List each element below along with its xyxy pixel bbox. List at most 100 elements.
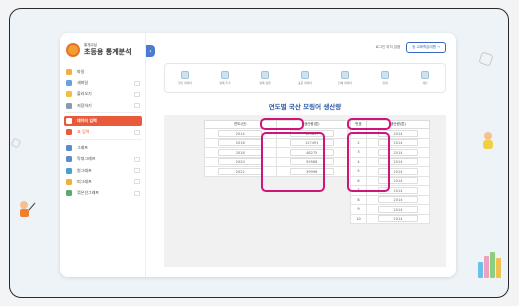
add-item-icon	[221, 71, 229, 79]
pie-chart-icon	[66, 167, 72, 174]
column-header-production: 생산량(톤)	[366, 120, 430, 129]
table-row: 2022 39996	[204, 166, 348, 177]
year-cell[interactable]: 2022	[218, 167, 263, 175]
top-bar: 로그인 하지 않음 등 교화학습대원 →	[160, 41, 446, 53]
row-number: 1	[350, 128, 367, 139]
print-icon	[341, 71, 349, 79]
sidebar-item-line-chart[interactable]: 꺾은선그래프	[64, 188, 142, 198]
bar-chart-icon	[66, 156, 72, 163]
graph-icon	[66, 144, 72, 151]
table-row: 1 2014	[350, 128, 430, 139]
data-panel: 연도(년) 생산량(톤) 2014 103897 2016 127491 201…	[164, 115, 446, 267]
table-row: 2016 127491	[204, 137, 348, 148]
sidebar-item-bar-chart[interactable]: 막대그래프	[64, 154, 142, 164]
value-cell[interactable]: 2014	[378, 148, 418, 156]
value-cell[interactable]: 2014	[378, 215, 418, 223]
bar-graph-decor-icon	[478, 252, 501, 278]
dashboard-button[interactable]: 등 교화학습대원 →	[406, 41, 446, 53]
tool-open-data[interactable]: 열기 데이터	[165, 64, 205, 92]
sidebar-item-new-file[interactable]: 새파일	[64, 78, 142, 88]
toolbar: 열기 데이터 항목 추가 항목 정렬 표준 데이터 인쇄 데이터 합계 계산	[164, 63, 446, 93]
logo-icon	[66, 43, 80, 57]
tool-add-item[interactable]: 항목 추가	[205, 64, 245, 92]
table-row: 2014 103897	[204, 128, 348, 139]
decor-square-icon	[10, 137, 22, 149]
row-number: 7	[350, 185, 367, 196]
tool-sort-item[interactable]: 항목 정렬	[245, 64, 285, 92]
production-cell[interactable]: 39996	[289, 167, 334, 175]
sidebar-collapse-button[interactable]: ‹	[146, 45, 155, 57]
sort-icon	[261, 71, 269, 79]
sidebar-menu: 파일 새파일 불러오기 저장하기 데이터 입력 표 입력 그래프 막대그래프 원…	[64, 67, 142, 200]
sidebar-item-data-input[interactable]: 데이터 입력	[64, 116, 142, 126]
save-icon	[66, 102, 72, 109]
value-cell[interactable]: 2014	[378, 186, 418, 194]
year-production-table: 연도(년) 생산량(톤) 2014 103897 2016 127491 201…	[204, 120, 348, 177]
column-header-year: 연도(년)	[204, 120, 277, 129]
divider	[64, 139, 142, 141]
column-header-number: 번호	[350, 120, 367, 129]
logo-title: 초등용 통계분석	[84, 47, 132, 56]
table-icon	[66, 129, 72, 136]
value-cell[interactable]: 2014	[378, 167, 418, 175]
table-row: 8 2014	[350, 194, 430, 205]
sidebar-item-open[interactable]: 불러오기	[64, 90, 142, 100]
tool-calc[interactable]: 계산	[405, 64, 445, 92]
column-header-production: 생산량(톤)	[275, 120, 348, 129]
year-cell[interactable]: 2020	[218, 158, 263, 166]
row-number: 3	[350, 147, 367, 158]
row-number: 9	[350, 204, 367, 215]
table-row: 5 2014	[350, 166, 430, 177]
login-status: 로그인 하지 않음	[375, 44, 401, 49]
app-window: 통계교실 초등용 통계분석 파일 새파일 불러오기 저장하기 데이터 입력 표 …	[60, 33, 456, 277]
sidebar-item-file[interactable]: 파일	[64, 67, 142, 77]
open-icon	[66, 91, 72, 98]
sidebar-item-save[interactable]: 저장하기	[64, 101, 142, 111]
number-production-table: 번호 생산량(톤) 1 2014 2 2014 3 2014 4 2014 5 2014 …	[350, 120, 430, 224]
row-number: 5	[350, 166, 367, 177]
year-cell[interactable]: 2016	[218, 139, 263, 147]
table-row: 2020 59586	[204, 156, 348, 167]
value-cell[interactable]: 2014	[378, 177, 418, 185]
table-row: 9 2014	[350, 204, 430, 215]
value-cell[interactable]: 2014	[378, 196, 418, 204]
row-number: 10	[350, 213, 367, 224]
row-number: 8	[350, 194, 367, 205]
row-number: 6	[350, 175, 367, 186]
table-row: 7 2014	[350, 185, 430, 196]
line-chart-icon	[66, 190, 72, 197]
decor-square-icon	[478, 51, 494, 67]
sidebar-item-table-input[interactable]: 표 입력	[64, 128, 142, 138]
table-row: 10 2014	[350, 213, 430, 224]
tool-standard-data[interactable]: 표준 데이터	[285, 64, 325, 92]
sidebar: 통계교실 초등용 통계분석 파일 새파일 불러오기 저장하기 데이터 입력 표 …	[60, 33, 146, 277]
child-character-icon	[20, 201, 36, 217]
table-row: 6 2014	[350, 175, 430, 186]
row-number: 4	[350, 156, 367, 167]
app-logo[interactable]: 통계교실 초등용 통계분석	[66, 43, 132, 57]
tool-print-data[interactable]: 인쇄 데이터	[325, 64, 365, 92]
table-row: 2018 48275	[204, 147, 348, 158]
new-file-icon	[66, 80, 72, 87]
year-cell[interactable]: 2014	[218, 129, 263, 137]
sidebar-item-graph[interactable]: 그래프	[64, 143, 142, 153]
folder-icon	[66, 68, 72, 75]
production-cell[interactable]: 48275	[289, 148, 334, 156]
value-cell[interactable]: 2014	[378, 205, 418, 213]
value-cell[interactable]: 2014	[378, 139, 418, 147]
table-row: 2 2014	[350, 137, 430, 148]
sidebar-item-pie-chart[interactable]: 원그래프	[64, 166, 142, 176]
production-cell[interactable]: 59586	[289, 158, 334, 166]
production-cell[interactable]: 127491	[289, 139, 334, 147]
calc-icon	[421, 71, 429, 79]
table-row: 4 2014	[350, 156, 430, 167]
value-cell[interactable]: 2014	[378, 158, 418, 166]
child-character-icon	[483, 132, 493, 149]
edit-icon	[66, 118, 72, 125]
tool-sum[interactable]: 합계	[365, 64, 405, 92]
year-cell[interactable]: 2018	[218, 148, 263, 156]
sidebar-item-band-chart[interactable]: 띠그래프	[64, 177, 142, 187]
page-title: 연도별 국산 모링어 생산량	[268, 103, 342, 111]
value-cell[interactable]: 2014	[378, 129, 418, 137]
production-cell[interactable]: 103897	[289, 129, 334, 137]
